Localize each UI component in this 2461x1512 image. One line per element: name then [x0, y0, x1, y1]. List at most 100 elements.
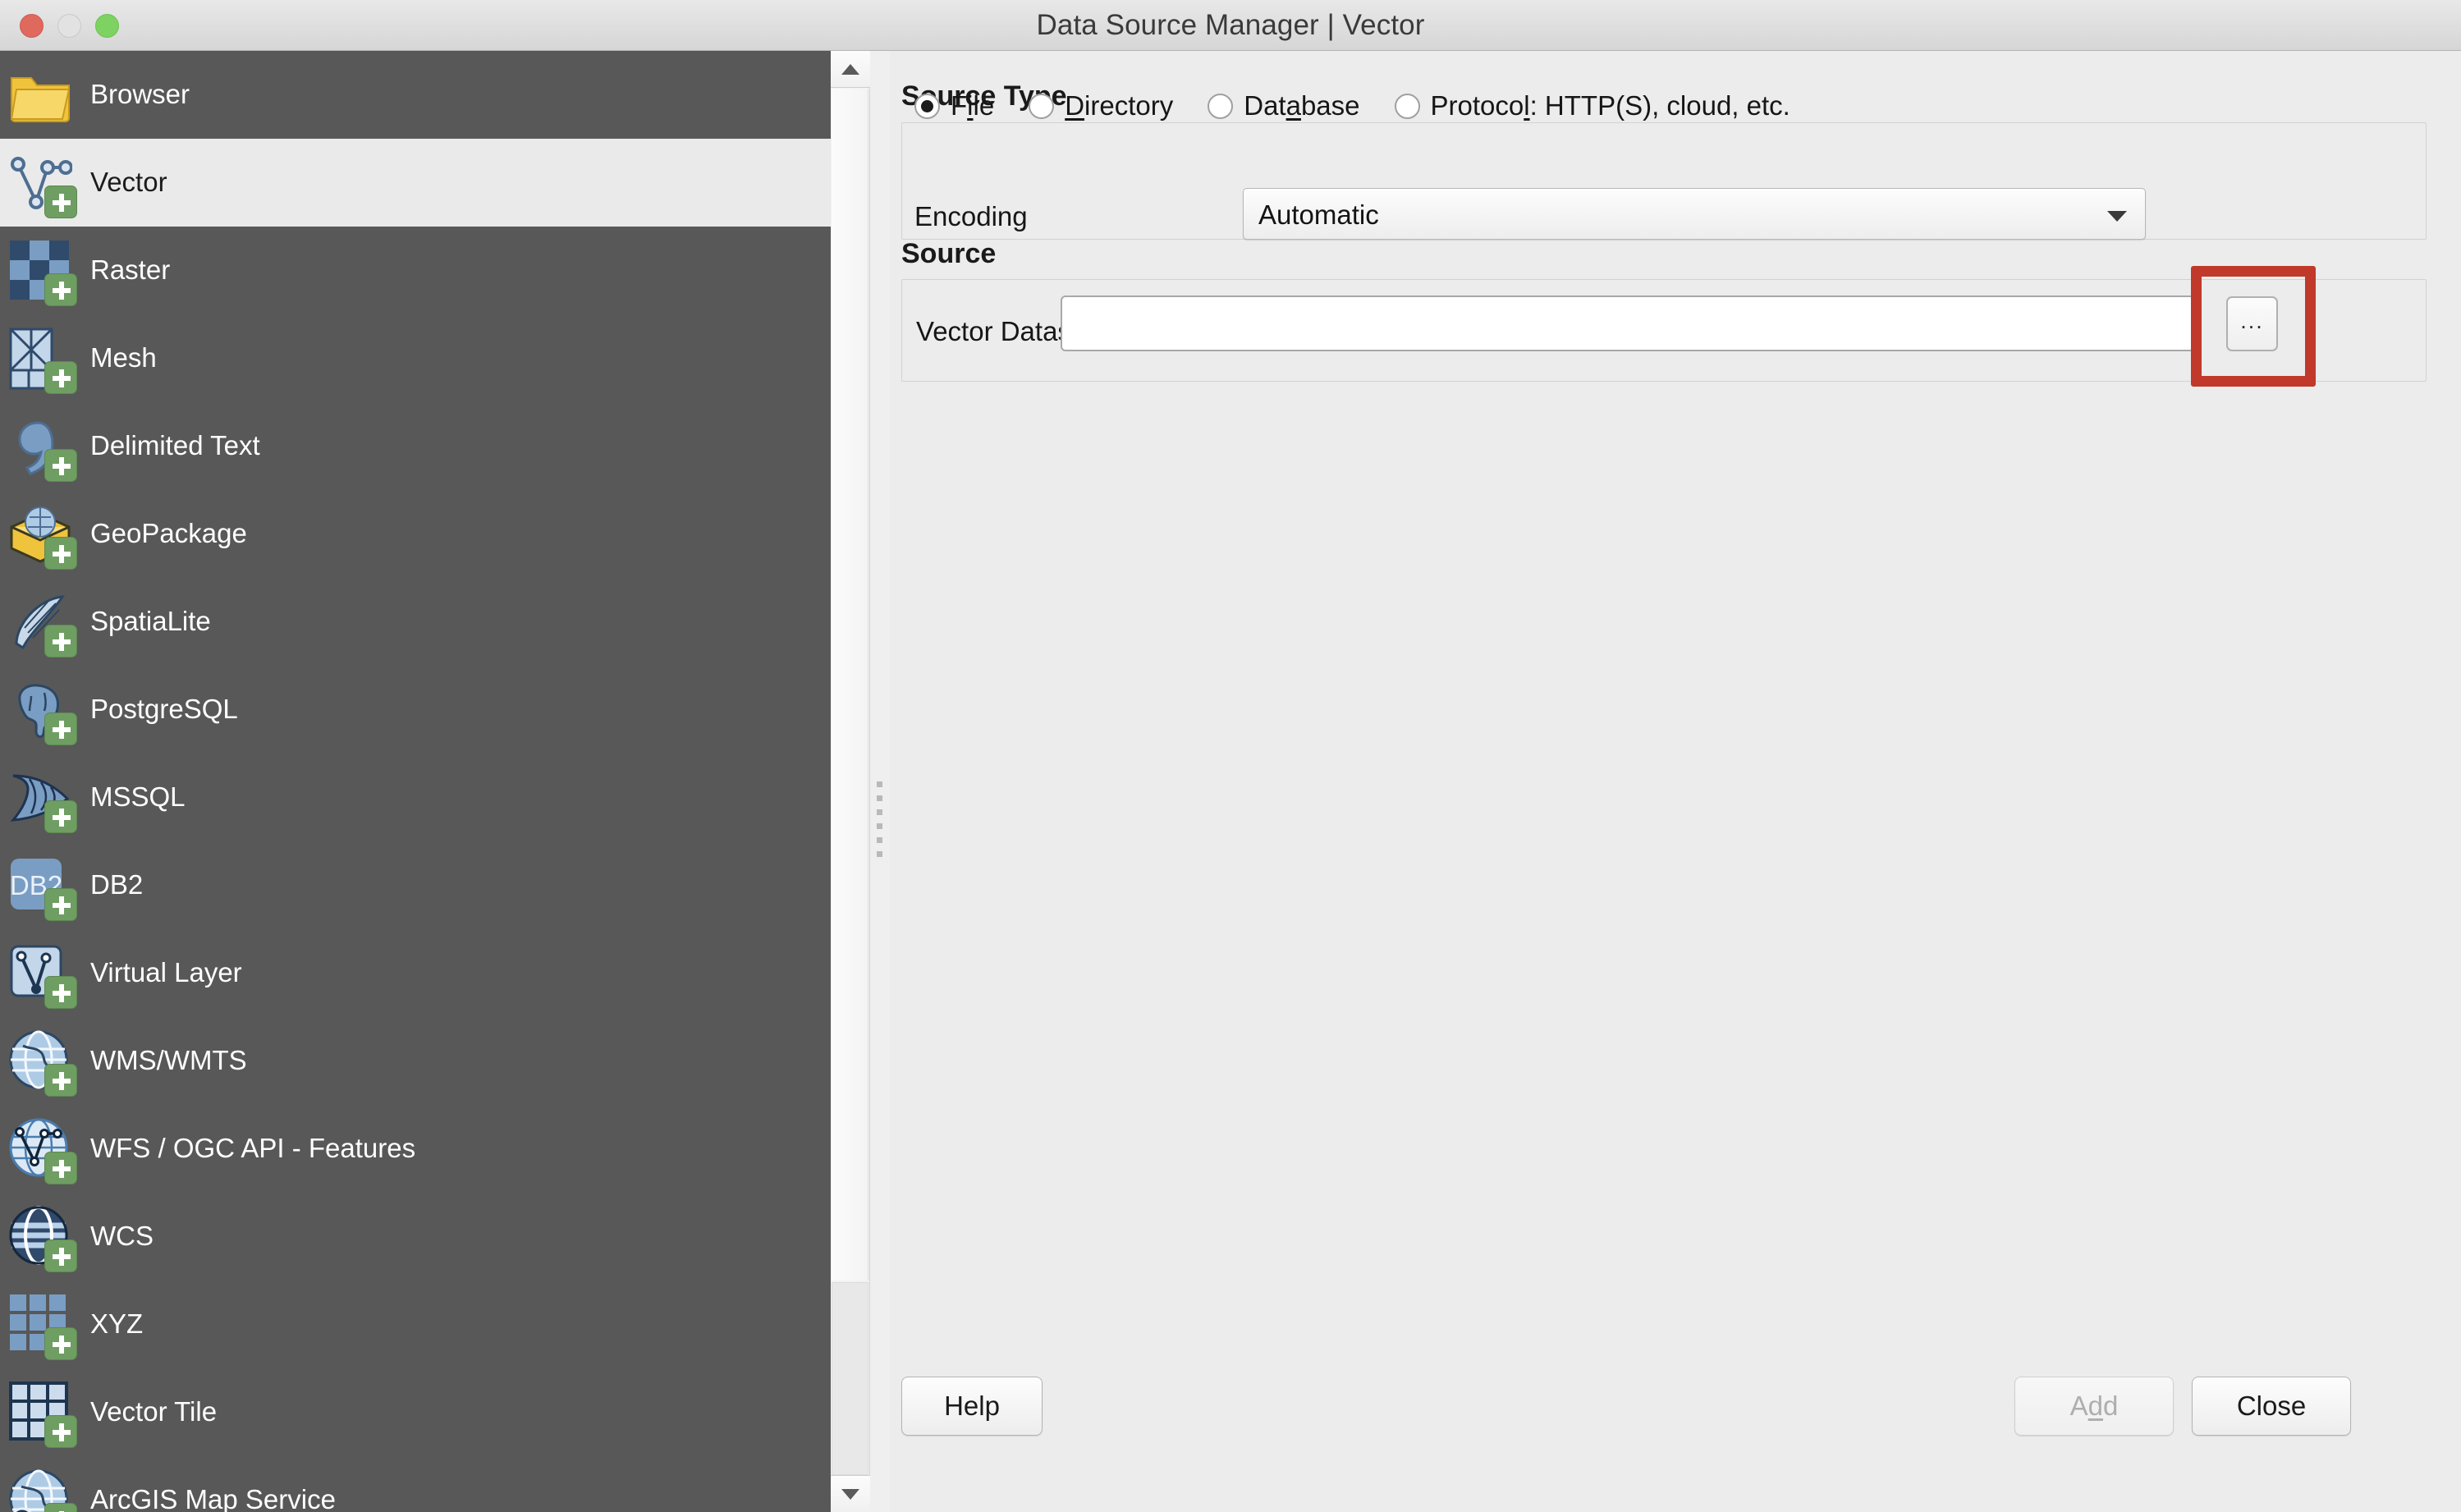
sidebar-item-label: Browser: [90, 80, 190, 109]
sidebar-item-label: WFS / OGC API - Features: [90, 1134, 415, 1163]
radio-label: Database: [1244, 90, 1359, 121]
radio-protocol[interactable]: Protocol: HTTP(S), cloud, etc.: [1395, 90, 1790, 121]
title-bar: Data Source Manager | Vector: [0, 0, 2461, 51]
folder-icon: [8, 63, 72, 127]
sidebar-item-postgresql[interactable]: PostgreSQL: [0, 666, 831, 754]
source-type-sidebar[interactable]: Browser Vector Raster Mesh Delimited Text Ge…: [0, 51, 831, 1512]
globe-vector-icon: [8, 1117, 72, 1181]
window-title: Data Source Manager | Vector: [0, 0, 2461, 51]
scrollbar-track[interactable]: [832, 1282, 868, 1475]
sidebar-item-label: Virtual Layer: [90, 959, 242, 987]
add-button[interactable]: Add: [2014, 1377, 2174, 1436]
add-plus-icon: [44, 1239, 77, 1272]
radio-indicator-icon: [914, 94, 940, 119]
sidebar-item-label: WMS/WMTS: [90, 1047, 247, 1075]
db2-icon: DB2: [8, 854, 72, 918]
add-plus-icon: [44, 1327, 77, 1360]
add-plus-icon: [44, 1064, 77, 1097]
globe-coverage-icon: [8, 1205, 72, 1269]
radio-directory[interactable]: Directory: [1029, 90, 1173, 121]
scroll-down-arrow-icon[interactable]: [831, 1475, 870, 1512]
radio-indicator-icon: [1029, 94, 1054, 119]
add-plus-icon: [44, 712, 77, 745]
comma-icon: [8, 415, 72, 479]
sidebar-item-raster[interactable]: Raster: [0, 227, 831, 314]
add-plus-icon: [44, 537, 77, 570]
close-button[interactable]: Close: [2192, 1377, 2351, 1436]
add-button-label: Add: [2070, 1391, 2119, 1422]
feather-icon: [8, 590, 72, 654]
main-panel: Source Type FileDirectoryDatabaseProtoco…: [890, 51, 2461, 1512]
radio-indicator-icon: [1395, 94, 1420, 119]
add-plus-icon: [44, 449, 77, 482]
sidebar-item-label: XYZ: [90, 1310, 143, 1339]
arcgis-globe-icon: [8, 1468, 72, 1512]
encoding-selected-value: Automatic: [1258, 189, 1379, 241]
grid-tiles-icon: [8, 1293, 72, 1357]
add-plus-icon: [44, 625, 77, 657]
add-plus-icon: [44, 273, 77, 306]
source-type-radio-group[interactable]: File Directory Database Protocol: HTTP(S), …: [914, 90, 1825, 121]
sidebar-item-label: Mesh: [90, 344, 157, 373]
sidebar-item-label: SpatiaLite: [90, 607, 211, 636]
sidebar-item-browser[interactable]: Browser: [0, 51, 831, 139]
sidebar-item-label: Vector Tile: [90, 1398, 217, 1427]
sidebar-item-label: PostgreSQL: [90, 695, 238, 724]
sidebar-item-label: GeoPackage: [90, 520, 247, 548]
help-button[interactable]: Help: [901, 1377, 1043, 1436]
sidebar-item-mssql[interactable]: MSSQL: [0, 754, 831, 841]
source-heading: Source: [901, 238, 996, 270]
virtual-layer-icon: [8, 942, 72, 1006]
encoding-select[interactable]: Automatic: [1243, 188, 2146, 240]
splitter-grip-icon: [877, 781, 882, 857]
raster-icon: [8, 239, 72, 303]
scrollbar-thumb[interactable]: [832, 89, 868, 1281]
sidebar-item-label: Raster: [90, 256, 170, 285]
radio-file[interactable]: File: [914, 90, 994, 121]
sidebar-item-db2[interactable]: DB2 DB2: [0, 841, 831, 929]
add-plus-icon: [44, 888, 77, 921]
mssql-icon: [8, 766, 72, 830]
sidebar-scrollbar[interactable]: [831, 51, 870, 1512]
ellipsis-icon: ...: [2228, 298, 2276, 350]
sidebar-item-label: DB2: [90, 871, 143, 900]
mesh-icon: [8, 327, 72, 391]
sidebar-item-vector[interactable]: Vector: [0, 139, 831, 227]
sidebar-item-xyz[interactable]: XYZ: [0, 1281, 831, 1368]
sidebar-item-label: ArcGIS Map Service: [90, 1486, 336, 1512]
sidebar-item-spatialite[interactable]: SpatiaLite: [0, 578, 831, 666]
radio-label: Directory: [1065, 90, 1173, 121]
radio-label: Protocol: HTTP(S), cloud, etc.: [1431, 90, 1790, 121]
elephant-icon: [8, 678, 72, 742]
add-plus-icon: [44, 361, 77, 394]
scroll-up-arrow-icon[interactable]: [831, 51, 870, 88]
vector-tile-icon: [8, 1381, 72, 1445]
sidebar-item-delimited-text[interactable]: Delimited Text: [0, 402, 831, 490]
sidebar-item-label: MSSQL: [90, 783, 186, 812]
sidebar-item-label: Delimited Text: [90, 432, 260, 460]
radio-indicator-icon: [1208, 94, 1233, 119]
sidebar-item-mesh[interactable]: Mesh: [0, 314, 831, 402]
vector-icon: [8, 151, 72, 215]
vector-dataset-input[interactable]: [1061, 296, 2196, 351]
encoding-label: Encoding: [914, 201, 1028, 232]
radio-database[interactable]: Database: [1208, 90, 1359, 121]
browse-dataset-button[interactable]: ...: [2226, 296, 2278, 351]
panel-splitter[interactable]: [870, 51, 890, 1512]
radio-label: File: [951, 90, 994, 121]
sidebar-item-label: WCS: [90, 1222, 154, 1251]
sidebar-item-vector-tile[interactable]: Vector Tile: [0, 1368, 831, 1456]
sidebar-item-arcgis-map-service[interactable]: ArcGIS Map Service: [0, 1456, 831, 1512]
sidebar-item-wcs[interactable]: WCS: [0, 1193, 831, 1281]
add-plus-icon: [44, 800, 77, 833]
chevron-down-icon: [2107, 211, 2127, 222]
sidebar-item-label: Vector: [90, 168, 167, 197]
globe-icon: [8, 1029, 72, 1093]
sidebar-item-wms-wmts[interactable]: WMS/WMTS: [0, 1017, 831, 1105]
add-plus-icon: [44, 976, 77, 1009]
sidebar-item-wfs-ogc-api-features[interactable]: WFS / OGC API - Features: [0, 1105, 831, 1193]
sidebar-item-geopackage[interactable]: GeoPackage: [0, 490, 831, 578]
add-plus-icon: [44, 1152, 77, 1184]
sidebar-item-virtual-layer[interactable]: Virtual Layer: [0, 929, 831, 1017]
add-plus-icon: [44, 1503, 77, 1512]
